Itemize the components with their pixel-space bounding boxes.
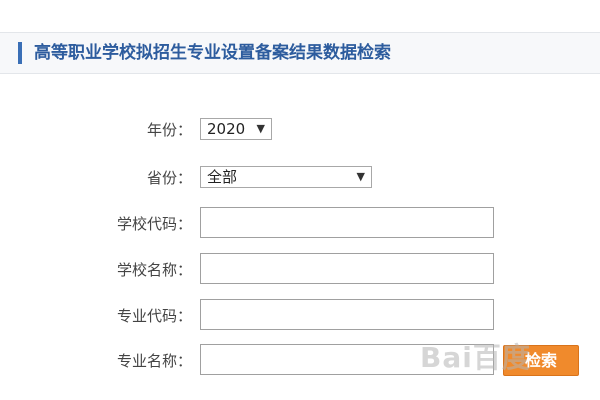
major-name-label: 专业名称：	[116, 352, 192, 370]
header-accent-bar	[18, 42, 22, 64]
chevron-down-icon: ▼	[356, 170, 365, 183]
major-code-input[interactable]	[200, 299, 494, 330]
baidu-watermark: Bai百度	[420, 341, 531, 374]
major-code-label: 专业代码：	[116, 307, 192, 325]
major-code-row: 专业代码：	[0, 299, 600, 333]
province-select-value: 全部	[207, 168, 238, 186]
school-name-row: 学校名称：	[0, 253, 600, 287]
school-name-label: 学校名称：	[116, 261, 192, 279]
chevron-down-icon: ▼	[256, 122, 265, 135]
school-code-input[interactable]	[200, 207, 494, 238]
school-name-input[interactable]	[200, 253, 494, 284]
page-title: 高等职业学校拟招生专业设置备案结果数据检索	[34, 43, 391, 63]
province-label: 省份：	[146, 169, 192, 187]
province-select[interactable]: 全部 ▼	[200, 166, 372, 188]
year-select[interactable]: 2020 ▼	[200, 118, 272, 140]
school-code-label: 学校代码：	[116, 215, 192, 233]
year-select-value: 2020	[207, 120, 246, 138]
province-row: 省份： 全部 ▼	[0, 161, 600, 195]
year-label: 年份：	[146, 121, 192, 139]
school-code-row: 学校代码：	[0, 207, 600, 241]
page-header: 高等职业学校拟招生专业设置备案结果数据检索	[0, 32, 600, 74]
year-row: 年份： 2020 ▼	[0, 113, 600, 147]
